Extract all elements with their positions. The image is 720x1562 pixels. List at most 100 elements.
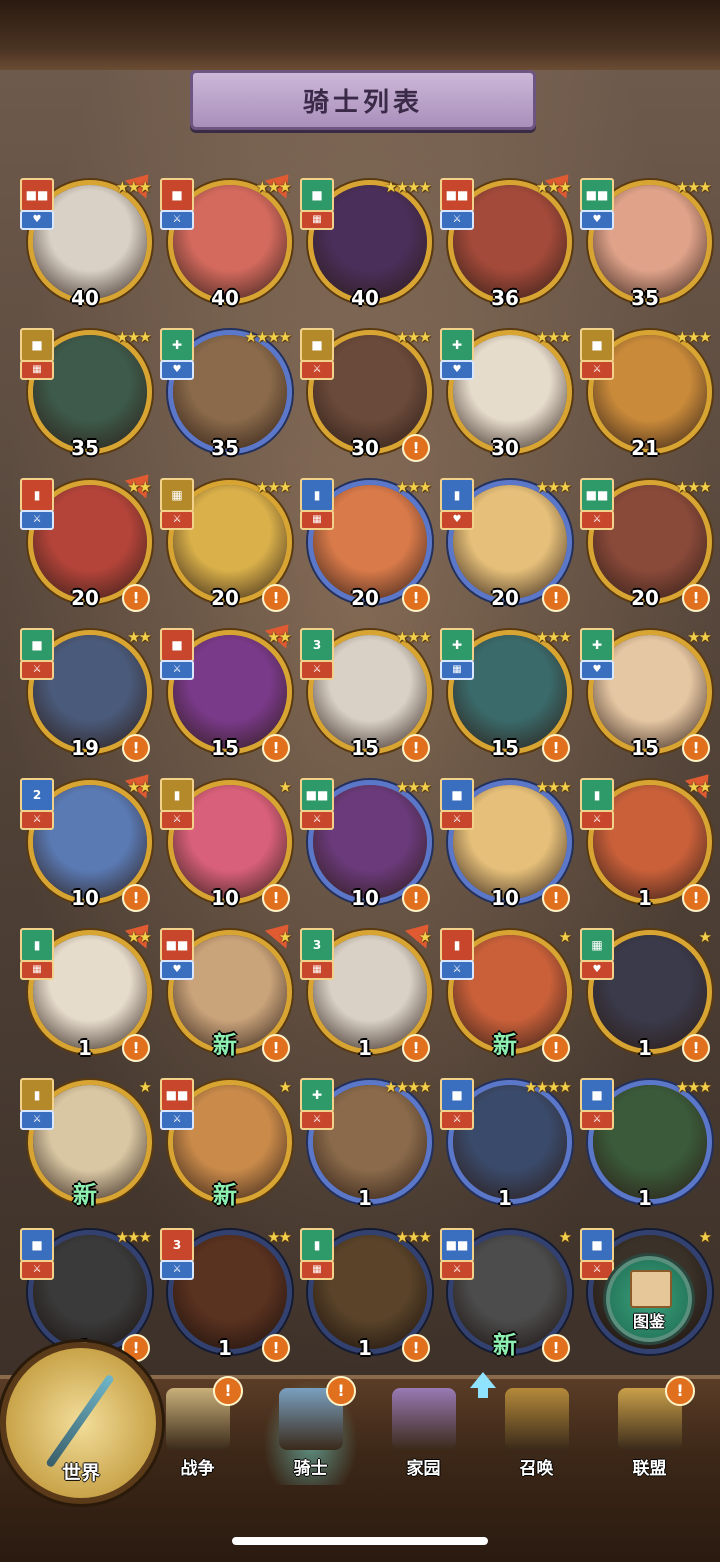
knight-card[interactable]: ■ ⚔ ★★★ 30! bbox=[300, 322, 440, 472]
nav-tab[interactable]: 战争! bbox=[150, 1376, 245, 1485]
book-icon bbox=[630, 1270, 672, 1308]
class-icon: ▮ bbox=[300, 478, 334, 512]
star-rating: ★★★ bbox=[395, 1228, 432, 1246]
type-icon: ▦ bbox=[440, 660, 474, 680]
type-icon: ⚔ bbox=[20, 1110, 54, 1130]
alert-icon: ! bbox=[122, 884, 150, 912]
class-icon: ✚ bbox=[580, 628, 614, 662]
alert-icon: ! bbox=[682, 1034, 710, 1062]
knight-card[interactable]: ■■ ♥ ★★★ 35 bbox=[580, 172, 720, 322]
class-icon: ■■ bbox=[20, 178, 54, 212]
class-icon: ▦ bbox=[580, 928, 614, 962]
star-rating: ★ bbox=[278, 778, 293, 796]
star-rating: ★★★ bbox=[115, 328, 152, 346]
class-icon: ■ bbox=[580, 328, 614, 362]
tab-label: 战争 bbox=[180, 1459, 215, 1479]
knight-card[interactable]: ▮ ⚔ ★ 10! bbox=[160, 772, 300, 922]
class-icon: ✚ bbox=[440, 328, 474, 362]
knight-card[interactable]: ✚ ⚔ ★★★★ 1 bbox=[300, 1072, 440, 1222]
star-rating: ★ bbox=[418, 928, 433, 946]
knight-grid: ■■ ♥ ★★★ 40 ■ ⚔ ★★★ 40 ■ ▦ ★★★★ 40 ■■ ⚔ ★★★ 36 ■■ ♥ ★★★ 35 ■… bbox=[20, 165, 720, 1372]
type-icon: ♥ bbox=[440, 360, 474, 380]
knight-card[interactable]: ▮ ⚔ ★ 新! bbox=[440, 922, 580, 1072]
codex-button[interactable]: 图鉴 bbox=[606, 1256, 692, 1342]
knight-card[interactable]: ■■ ⚔ ★ 新! bbox=[440, 1222, 580, 1372]
star-rating: ★★ bbox=[127, 478, 152, 496]
star-rating: ★★★ bbox=[535, 778, 572, 796]
nav-tab[interactable]: 家园 bbox=[376, 1380, 471, 1485]
knight-card[interactable]: ■ ⚔ ★★ 15! bbox=[160, 615, 300, 772]
knight-card[interactable]: ■ ⚔ ★★★ 21 bbox=[580, 322, 720, 472]
alert-icon: ! bbox=[542, 884, 570, 912]
nav-tab[interactable]: 召唤 bbox=[489, 1380, 584, 1485]
star-rating: ★★★★ bbox=[244, 328, 292, 346]
knight-card[interactable]: ■■ ♥ ★ 新! bbox=[160, 915, 300, 1072]
star-rating: ★★★ bbox=[675, 328, 712, 346]
class-icon: ■ bbox=[20, 1228, 54, 1262]
type-icon: ♥ bbox=[580, 960, 614, 980]
knight-card[interactable]: ▮ ▦ ★★ 1! bbox=[20, 915, 160, 1072]
knight-card[interactable]: ■ ▦ ★★★ 35 bbox=[20, 322, 160, 472]
knight-card[interactable]: 3 ⚔ ★★★ 15! bbox=[300, 622, 440, 772]
knight-card[interactable]: ✚ ▦ ★★★ 15! bbox=[440, 622, 580, 772]
type-icon: ▦ bbox=[20, 360, 54, 380]
knight-card[interactable]: ■■ ♥ ★★★ 40 bbox=[20, 165, 160, 322]
class-icon: ■■ bbox=[300, 778, 334, 812]
knight-card[interactable]: ■■ ⚔ ★★★ 36 bbox=[440, 165, 580, 322]
knight-card[interactable]: 3 ⚔ ★★ 1! bbox=[160, 1222, 300, 1372]
knight-card[interactable]: ✚ ♥ ★★★ 30 bbox=[440, 322, 580, 472]
alert-icon: ! bbox=[122, 584, 150, 612]
world-button[interactable]: 世界 bbox=[0, 1342, 162, 1504]
level-label: 36 bbox=[491, 286, 519, 310]
class-icon: ✚ bbox=[440, 628, 474, 662]
knight-card[interactable]: 3 ▦ ★ 1! bbox=[300, 915, 440, 1072]
knight-card[interactable]: ■ ⚔ ★★ 19! bbox=[20, 622, 160, 772]
knight-card[interactable]: ▮ ⚔ ★★ 1! bbox=[580, 765, 720, 922]
alert-icon: ! bbox=[402, 1034, 430, 1062]
type-icon: ⚔ bbox=[580, 360, 614, 380]
star-rating: ★★★★ bbox=[384, 1078, 432, 1096]
knight-card[interactable]: ▮ ▦ ★★★ 1! bbox=[300, 1222, 440, 1372]
knight-card[interactable]: ✚ ♥ ★★★★ 35 bbox=[160, 322, 300, 472]
knight-card[interactable]: ■ ⚔ ★★★ 10! bbox=[440, 772, 580, 922]
knight-card[interactable]: ■■ ⚔ ★ 新 bbox=[160, 1072, 300, 1222]
class-icon: ■■ bbox=[580, 178, 614, 212]
knight-card[interactable]: ■ ⚔ ★★★ 40 bbox=[160, 165, 300, 322]
alert-icon: ! bbox=[542, 584, 570, 612]
knight-card[interactable]: ▮ ⚔ ★ 新 bbox=[20, 1072, 160, 1222]
star-rating: ★ bbox=[698, 928, 713, 946]
knight-card[interactable]: ■ ▦ ★★★★ 40 bbox=[300, 172, 440, 322]
nav-tabs: 战争! 骑士! 家园 召唤 联盟! bbox=[150, 1376, 720, 1490]
knight-card[interactable]: ■■ ⚔ ★★★ 10! bbox=[300, 772, 440, 922]
knight-card[interactable]: ▮ ▦ ★★★ 20! bbox=[300, 472, 440, 622]
tab-icon bbox=[391, 1388, 456, 1450]
knight-card[interactable]: ▮ ⚔ ★★ 20! bbox=[20, 465, 160, 622]
class-icon: ▮ bbox=[20, 928, 54, 962]
knight-card[interactable]: ▦ ⚔ ★★★ 20! bbox=[160, 472, 300, 622]
type-icon: ⚔ bbox=[440, 810, 474, 830]
nav-tab[interactable]: 联盟! bbox=[602, 1376, 697, 1485]
type-icon: ▦ bbox=[300, 960, 334, 980]
knight-card[interactable]: ✚ ♥ ★★ 15! bbox=[580, 622, 720, 772]
alert-icon: ! bbox=[402, 734, 430, 762]
tab-icon bbox=[504, 1388, 569, 1450]
type-icon: ⚔ bbox=[20, 660, 54, 680]
knight-card[interactable]: ▦ ♥ ★ 1! bbox=[580, 922, 720, 1072]
type-icon: ⚔ bbox=[440, 210, 474, 230]
knight-card[interactable]: ▮ ♥ ★★★ 20! bbox=[440, 472, 580, 622]
alert-icon: ! bbox=[122, 1034, 150, 1062]
nav-tab[interactable]: 骑士! bbox=[263, 1376, 358, 1485]
star-rating: ★★ bbox=[267, 628, 292, 646]
star-rating: ★★ bbox=[127, 778, 152, 796]
knight-card[interactable]: 2 ⚔ ★★ 10! bbox=[20, 765, 160, 922]
knight-card[interactable]: ■ ⚔ ★★★ 1 bbox=[580, 1072, 720, 1222]
star-rating: ★★★★ bbox=[384, 178, 432, 196]
alert-icon: ! bbox=[402, 584, 430, 612]
class-icon: ■ bbox=[160, 178, 194, 212]
level-label: 21 bbox=[631, 436, 659, 460]
type-icon: ⚔ bbox=[580, 810, 614, 830]
knight-card[interactable]: ■■ ⚔ ★★★ 20! bbox=[580, 472, 720, 622]
class-icon: ▮ bbox=[300, 1228, 334, 1262]
knight-card[interactable]: ■ ⚔ ★★★★ 1 bbox=[440, 1072, 580, 1222]
type-icon: ▦ bbox=[300, 210, 334, 230]
